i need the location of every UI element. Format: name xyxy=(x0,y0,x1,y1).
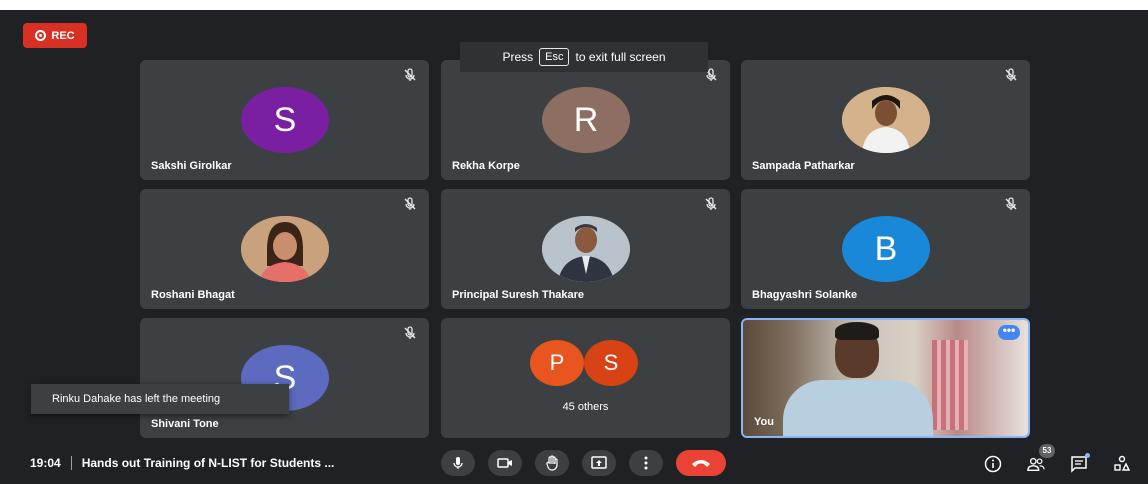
mic-muted-icon xyxy=(1005,68,1017,81)
info-icon xyxy=(984,455,1002,473)
avatar: S xyxy=(584,340,638,386)
notification-text: Rinku Dahake has left the meeting xyxy=(52,393,221,405)
mic-button[interactable] xyxy=(441,450,475,476)
participant-tile[interactable]: Sampada Patharkar xyxy=(741,60,1030,180)
chat-notification-dot xyxy=(1085,453,1090,458)
fullscreen-hint-prefix: Press xyxy=(502,50,534,64)
avatar-photo xyxy=(241,216,329,282)
avatar-photo xyxy=(842,87,930,153)
participant-tile[interactable]: S Shivani Tone xyxy=(140,318,429,438)
left-meeting-notification: Rinku Dahake has left the meeting xyxy=(31,384,289,414)
others-tile[interactable]: P S 45 others xyxy=(441,318,730,438)
participant-tile[interactable]: B Bhagyashri Solanke xyxy=(741,189,1030,309)
mic-icon xyxy=(453,457,463,469)
self-label: You xyxy=(754,416,774,428)
participant-name: Rekha Korpe xyxy=(452,160,520,172)
activities-button[interactable] xyxy=(1113,455,1131,473)
esc-key: Esc xyxy=(539,48,570,66)
avatar: P xyxy=(530,340,584,386)
participant-name: Principal Suresh Thakare xyxy=(452,289,585,301)
top-edge xyxy=(0,0,1148,10)
record-icon xyxy=(35,30,47,41)
tile-more-options-icon[interactable]: ••• xyxy=(998,324,1020,340)
avatar-photo xyxy=(542,216,630,282)
participant-name: Sampada Patharkar xyxy=(752,160,855,172)
participant-name: Bhagyashri Solanke xyxy=(752,289,858,301)
divider xyxy=(70,456,72,470)
meeting-time: 19:04 xyxy=(30,456,61,470)
camera-icon xyxy=(497,458,512,468)
meeting-title: Hands out Training of N-LIST for Student… xyxy=(81,456,335,470)
activities-icon xyxy=(1114,455,1131,471)
others-count-label: 45 others xyxy=(562,401,609,413)
participant-tile[interactable]: S Sakshi Girolkar xyxy=(140,60,429,180)
people-icon xyxy=(1027,457,1045,471)
mic-muted-icon xyxy=(404,68,416,81)
participant-tile[interactable]: R Rekha Korpe xyxy=(441,60,730,180)
mic-muted-icon xyxy=(1005,197,1017,210)
self-video-tile[interactable]: ••• You xyxy=(741,318,1030,438)
present-button[interactable] xyxy=(582,450,616,476)
recording-label: REC xyxy=(51,29,75,42)
camera-button[interactable] xyxy=(488,450,522,476)
end-call-icon xyxy=(692,460,710,467)
fullscreen-hint: Press Esc to exit full screen xyxy=(460,42,708,72)
fullscreen-hint-suffix: to exit full screen xyxy=(575,50,666,64)
avatar: B xyxy=(842,216,930,282)
participant-name: Roshani Bhagat xyxy=(151,289,235,301)
participant-name: Shivani Tone xyxy=(151,418,219,430)
participant-tile[interactable]: Roshani Bhagat xyxy=(140,189,429,309)
mic-muted-icon xyxy=(404,326,416,339)
participant-tile[interactable]: Principal Suresh Thakare xyxy=(441,189,730,309)
participant-name: Sakshi Girolkar xyxy=(151,160,232,172)
present-icon xyxy=(591,456,607,469)
end-call-button[interactable] xyxy=(676,450,726,476)
avatar: S xyxy=(241,87,329,153)
self-video xyxy=(743,320,1028,436)
people-button[interactable] xyxy=(1027,455,1045,473)
meeting-details-button[interactable] xyxy=(984,455,1002,473)
more-options-icon xyxy=(644,456,648,470)
recording-indicator: REC xyxy=(23,23,87,48)
raise-hand-icon xyxy=(546,455,558,471)
avatar: R xyxy=(542,87,630,153)
mic-muted-icon xyxy=(705,197,717,210)
meeting-info: 19:04 Hands out Training of N-LIST for S… xyxy=(30,456,334,470)
raise-hand-button[interactable] xyxy=(535,450,569,476)
people-count-badge: 53 xyxy=(1039,444,1055,458)
mic-muted-icon xyxy=(404,197,416,210)
more-options-button[interactable] xyxy=(629,450,663,476)
